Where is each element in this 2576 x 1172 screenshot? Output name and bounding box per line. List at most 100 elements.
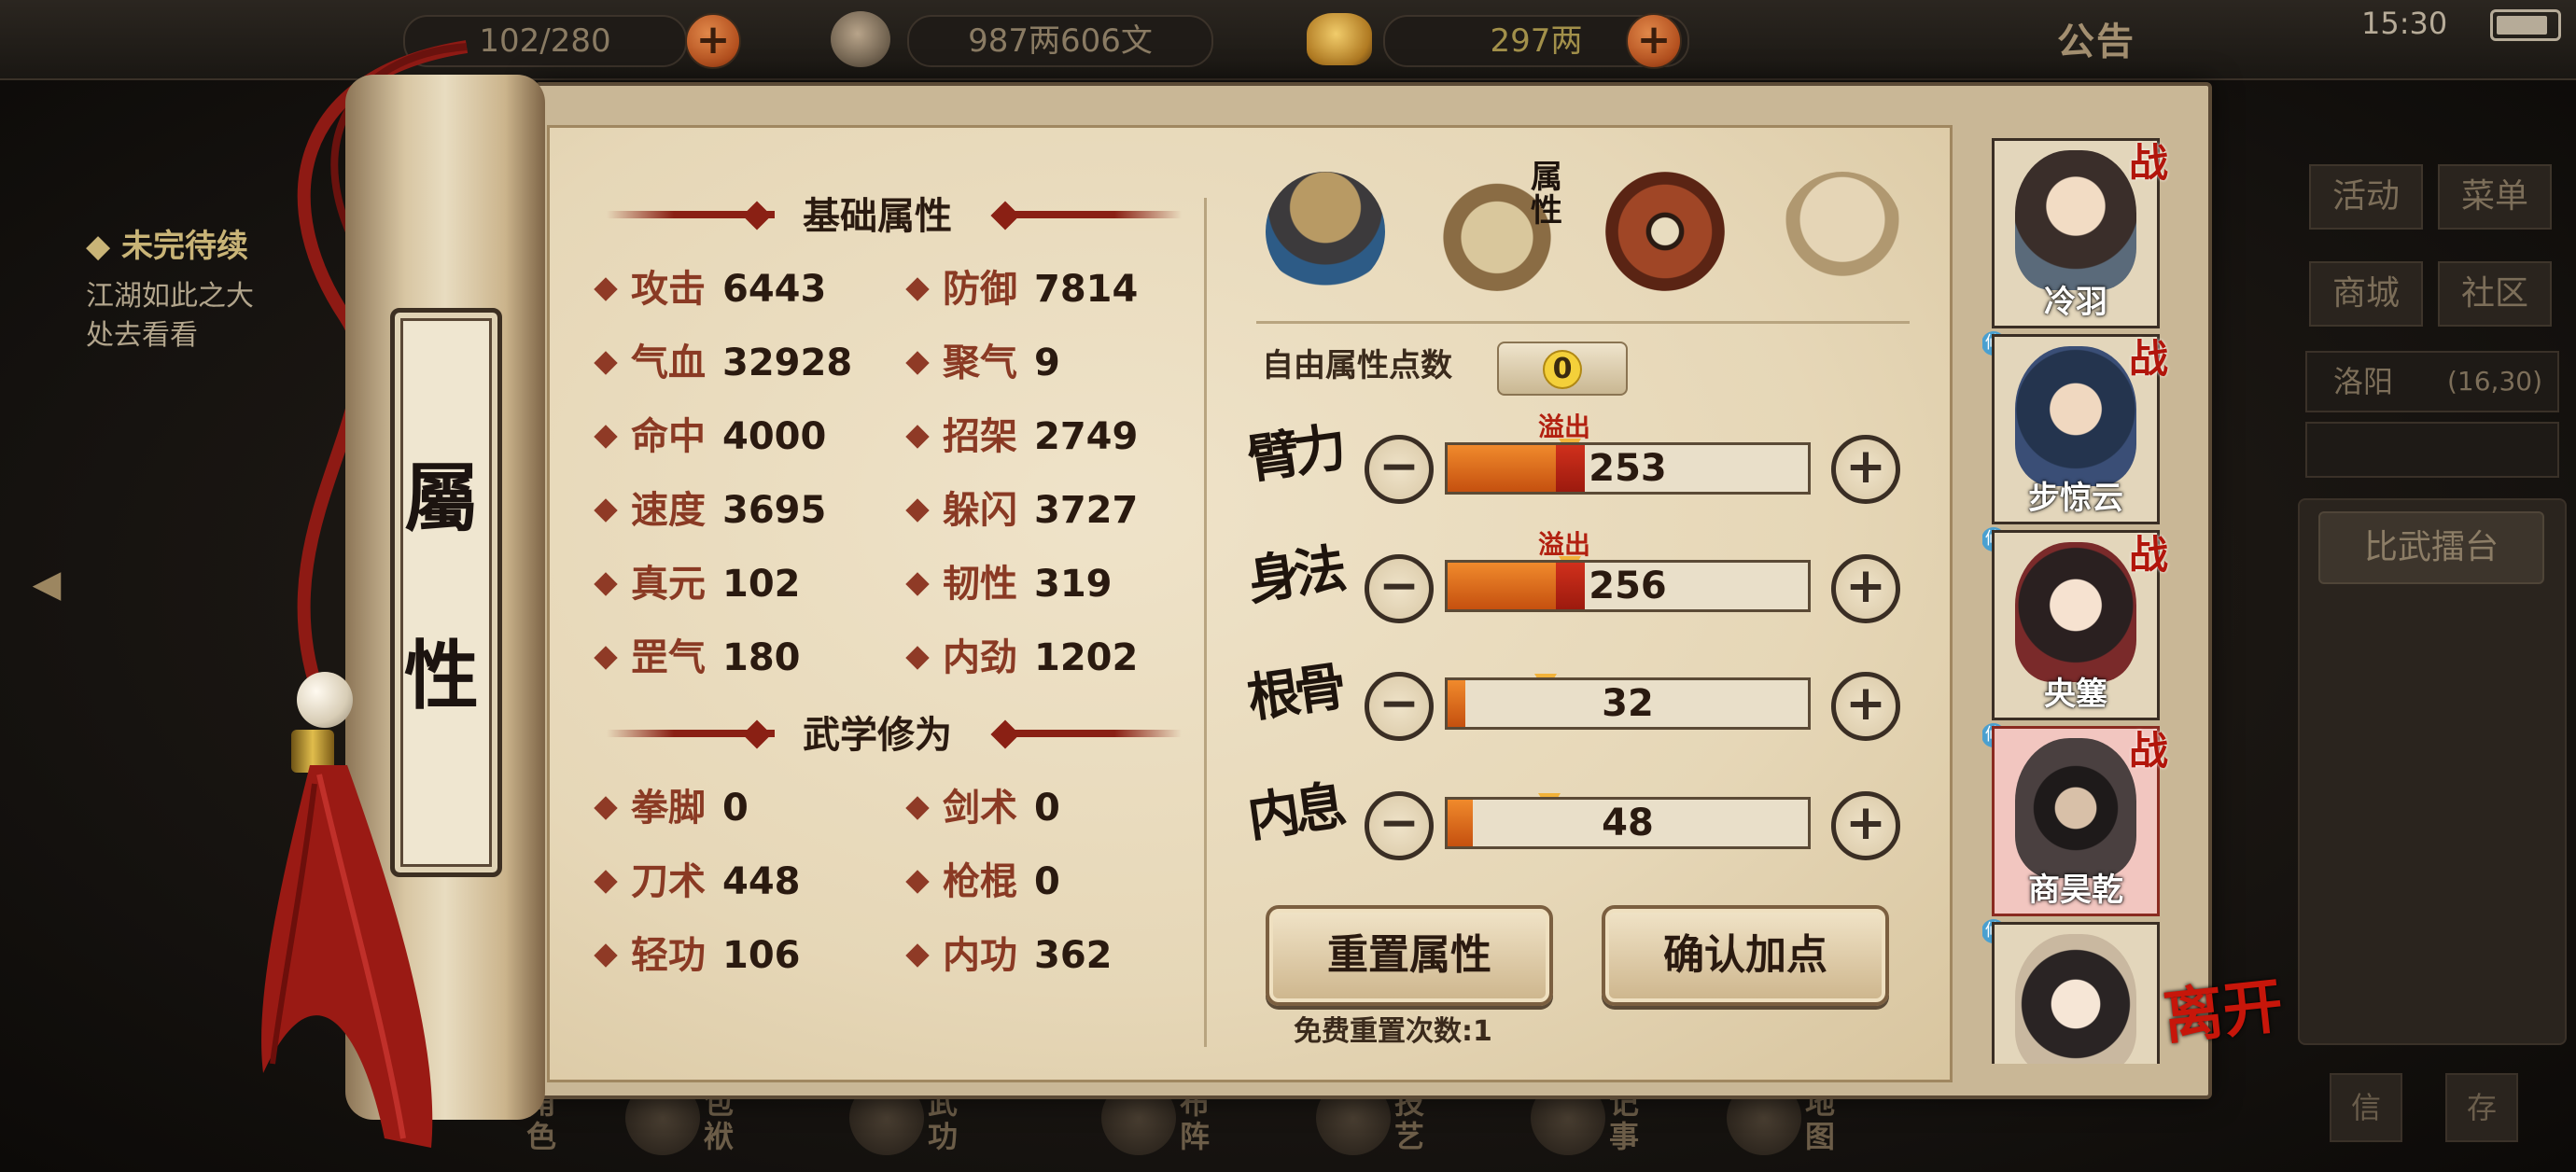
leave-label: 离开 <box>2160 970 2287 1053</box>
left-arrow-icon[interactable]: ◀ <box>21 556 73 612</box>
free-points-box: 0 <box>1497 342 1628 396</box>
agility-value: 256 <box>1589 565 1667 607</box>
location-box[interactable]: 洛阳 (16,30) <box>2305 351 2559 412</box>
free-points-value: 0 <box>1543 349 1582 389</box>
breath-plus-button[interactable]: + <box>1831 791 1900 860</box>
battery-icon <box>2490 9 2561 41</box>
strength-bar: 253 <box>1445 442 1811 495</box>
battle-badge: 战 <box>2128 728 2168 774</box>
tab-meridian-icon[interactable] <box>1783 172 1902 291</box>
stamina-plus-button[interactable]: + <box>685 13 741 69</box>
attr-constitution-label: 根骨 <box>1243 655 1345 730</box>
stat-fist: 拳脚 0 <box>594 780 749 836</box>
agility-bar: 256 <box>1445 560 1811 612</box>
stat-gangqi: 罡气 180 <box>594 630 801 686</box>
quest-desc-line2: 处去看看 <box>86 319 198 352</box>
breath-bar: 48 <box>1445 797 1811 849</box>
stat-lightness: 轻功 106 <box>594 928 801 984</box>
stat-inner-force: 内劲 1202 <box>905 630 1138 686</box>
breath-value: 48 <box>1602 802 1654 844</box>
stat-defense: 防御 7814 <box>905 261 1138 317</box>
stat-spear: 枪棍 0 <box>905 854 1060 910</box>
scroll-title-char2: 性 <box>404 632 479 719</box>
hero-card[interactable] <box>1992 922 2160 1064</box>
free-reset-count: 免费重置次数:1 <box>1294 1015 1492 1048</box>
jade-bead <box>297 672 353 728</box>
hero-portrait <box>2015 150 2136 290</box>
attr-breath-label: 内息 <box>1243 774 1345 849</box>
stat-sword: 剑术 0 <box>905 780 1060 836</box>
column-divider <box>1204 198 1207 1047</box>
notice-button[interactable]: 公告 <box>2057 11 2141 67</box>
stat-hit: 命中 4000 <box>594 409 826 465</box>
quest-desc-line1: 江湖如此之大 <box>86 280 254 313</box>
hero-card[interactable]: 步惊云 战 修 <box>1982 334 2168 551</box>
stat-dodge: 躲闪 3727 <box>905 482 1138 538</box>
hero-portrait <box>2015 738 2136 878</box>
hero-name: 步惊云 <box>2028 480 2123 517</box>
header-ornament-right <box>1014 730 1182 737</box>
tab-bagua-icon[interactable] <box>1605 172 1725 291</box>
hero-portrait <box>2015 934 2136 1064</box>
mail-button[interactable]: 信 <box>2330 1073 2402 1142</box>
stat-zhenyuan: 真元 102 <box>594 556 801 612</box>
hero-list: 冷羽 战 修 步惊云 战 修 央簺 战 修 商昊乾 战 修 <box>1982 131 2193 1064</box>
quest-title[interactable]: ◆ 未完待续 <box>86 220 248 266</box>
breath-minus-button[interactable]: − <box>1365 791 1434 860</box>
stat-parry: 招架 2749 <box>905 409 1138 465</box>
stat-speed: 速度 3695 <box>594 482 826 538</box>
gold-plus-button[interactable]: + <box>1626 13 1682 69</box>
location-subbar <box>2305 422 2559 478</box>
copper-counter: 987两606文 <box>907 15 1213 67</box>
constitution-minus-button[interactable]: − <box>1365 672 1434 741</box>
clock: 15:30 <box>2361 6 2448 41</box>
leave-button[interactable]: 离开 <box>2160 971 2286 1053</box>
constitution-bar: 32 <box>1445 677 1811 730</box>
menu-button[interactable]: 菜单 <box>2438 164 2552 230</box>
battle-badge: 战 <box>2128 336 2168 382</box>
reset-attributes-button[interactable]: 重置属性 <box>1266 905 1553 1006</box>
stat-focus: 聚气 9 <box>905 335 1060 391</box>
hero-name: 商昊乾 <box>2028 872 2123 909</box>
strength-plus-button[interactable]: + <box>1831 435 1900 504</box>
battle-badge: 战 <box>2128 140 2168 186</box>
header-ornament-right <box>1014 211 1182 218</box>
agility-plus-button[interactable]: + <box>1831 554 1900 623</box>
martial-cultivation-title: 武学修为 <box>803 714 952 757</box>
shop-button[interactable]: 商城 <box>2309 261 2423 327</box>
stat-inner-skill: 内功 362 <box>905 928 1113 984</box>
strength-minus-button[interactable]: − <box>1365 435 1434 504</box>
tab-role-icon[interactable] <box>1266 172 1385 291</box>
hero-portrait <box>2015 542 2136 682</box>
strength-value: 253 <box>1589 447 1667 490</box>
stat-toughness: 韧性 319 <box>905 556 1113 612</box>
free-points-label: 自由属性点数 <box>1262 347 1452 384</box>
stat-blade: 刀术 448 <box>594 854 801 910</box>
agility-minus-button[interactable]: − <box>1365 554 1434 623</box>
tassel-icon <box>261 765 433 1148</box>
constitution-plus-button[interactable]: + <box>1831 672 1900 741</box>
hero-card-selected[interactable]: 商昊乾 战 修 <box>1982 726 2168 943</box>
gold-value: 297两 <box>1490 22 1583 60</box>
activity-button[interactable]: 活动 <box>2309 164 2423 230</box>
stat-attack: 攻击 6443 <box>594 261 826 317</box>
tab-attribute-label: 属性 <box>1531 159 1562 230</box>
basic-attributes-title: 基础属性 <box>803 195 952 238</box>
copper-value: 987两606文 <box>968 22 1153 60</box>
hero-card[interactable]: 冷羽 战 修 <box>1982 138 2168 356</box>
quest-title-text: 未完待续 <box>120 228 248 265</box>
constitution-value: 32 <box>1602 682 1654 725</box>
stat-hp: 气血 32928 <box>594 335 852 391</box>
hero-name: 央簺 <box>2044 676 2107 713</box>
confirm-points-button[interactable]: 确认加点 <box>1602 905 1889 1006</box>
silver-ingot-icon <box>831 11 890 67</box>
hero-name: 冷羽 <box>2044 284 2107 321</box>
attr-strength-label: 臂力 <box>1243 416 1345 491</box>
battle-badge: 战 <box>2128 532 2168 578</box>
hero-card[interactable]: 央簺 战 修 <box>1982 530 2168 747</box>
location-coords: (16,30) <box>2446 366 2542 397</box>
gold-ingot-icon <box>1307 13 1372 65</box>
save-button[interactable]: 存 <box>2445 1073 2518 1142</box>
community-button[interactable]: 社区 <box>2438 261 2552 327</box>
arena-button[interactable]: 比武擂台 <box>2318 511 2544 584</box>
